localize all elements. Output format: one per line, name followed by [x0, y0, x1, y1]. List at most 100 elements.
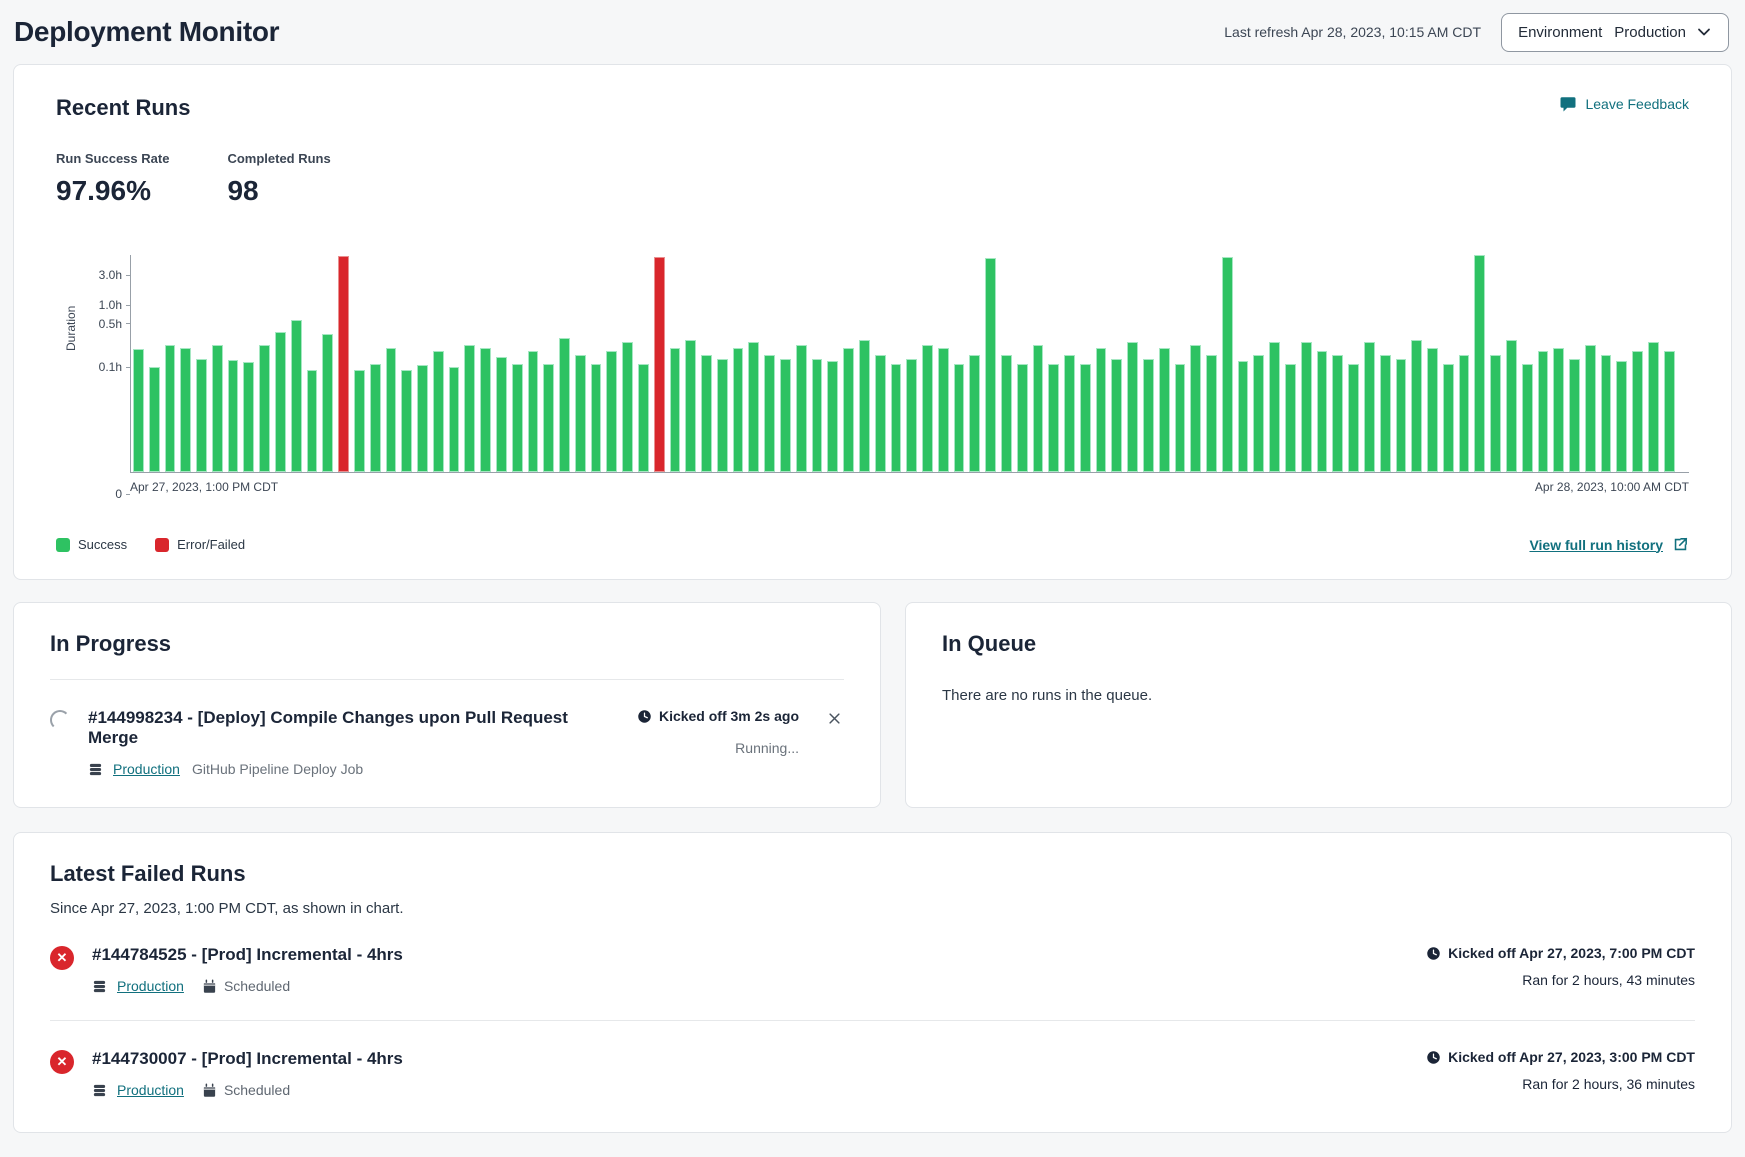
chart-bar-success[interactable]	[133, 349, 144, 472]
chart-bar-success[interactable]	[1001, 355, 1012, 472]
close-icon[interactable]	[825, 709, 844, 731]
chart-bar-success[interactable]	[922, 345, 933, 472]
chart-bar-success[interactable]	[764, 355, 775, 472]
chart-bar-success[interactable]	[386, 348, 397, 472]
chart-bar-success[interactable]	[606, 351, 617, 472]
chart-bar-success[interactable]	[954, 364, 965, 472]
chart-bar-failed[interactable]	[654, 257, 665, 472]
chart-bar-success[interactable]	[717, 359, 728, 472]
chart-bar-success[interactable]	[1206, 355, 1217, 472]
chart-bar-success[interactable]	[1538, 351, 1549, 472]
chart-bar-success[interactable]	[670, 348, 681, 472]
chart-bar-success[interactable]	[1096, 348, 1107, 472]
chart-bar-success[interactable]	[243, 362, 254, 472]
chart-bar-success[interactable]	[543, 364, 554, 472]
chart-bar-success[interactable]	[1522, 364, 1533, 472]
chart-bar-success[interactable]	[1474, 255, 1485, 472]
chart-bar-success[interactable]	[622, 342, 633, 472]
chart-bar-success[interactable]	[1238, 361, 1249, 472]
chart-bar-success[interactable]	[1601, 355, 1612, 472]
chart-bar-failed[interactable]	[338, 256, 349, 472]
chart-bar-success[interactable]	[449, 367, 460, 472]
chart-bar-success[interactable]	[891, 364, 902, 472]
chart-bar-success[interactable]	[1317, 351, 1328, 472]
chart-bar-success[interactable]	[1253, 355, 1264, 472]
environment-select[interactable]: Environment Production	[1501, 13, 1729, 52]
chart-bar-success[interactable]	[1033, 345, 1044, 472]
view-full-run-history-link[interactable]: View full run history	[1529, 536, 1689, 553]
chart-bar-success[interactable]	[354, 370, 365, 472]
chart-bar-success[interactable]	[1159, 348, 1170, 472]
chart-bar-success[interactable]	[733, 348, 744, 472]
chart-bar-success[interactable]	[1111, 359, 1122, 472]
chart-bar-success[interactable]	[827, 361, 838, 472]
chart-bar-success[interactable]	[859, 340, 870, 472]
chart-bar-success[interactable]	[512, 364, 523, 472]
chart-bar-success[interactable]	[165, 345, 176, 472]
chart-bar-success[interactable]	[417, 365, 428, 472]
chart-bar-success[interactable]	[969, 355, 980, 472]
chart-bar-success[interactable]	[748, 342, 759, 472]
chart-bar-success[interactable]	[464, 345, 475, 472]
chart-bar-success[interactable]	[149, 367, 160, 472]
chart-bar-success[interactable]	[1380, 355, 1391, 472]
chart-bar-success[interactable]	[1648, 342, 1659, 472]
chart-bar-success[interactable]	[275, 332, 286, 472]
environment-link[interactable]: Production	[113, 761, 180, 777]
chart-bar-success[interactable]	[685, 340, 696, 472]
chart-bar-success[interactable]	[1080, 364, 1091, 472]
chart-bar-success[interactable]	[1332, 355, 1343, 472]
chart-bar-success[interactable]	[843, 348, 854, 472]
chart-bar-success[interactable]	[259, 345, 270, 472]
chart-bar-success[interactable]	[1301, 342, 1312, 472]
chart-bar-success[interactable]	[938, 348, 949, 472]
chart-bar-success[interactable]	[1175, 364, 1186, 472]
chart-bar-success[interactable]	[1553, 348, 1564, 472]
chart-bar-success[interactable]	[496, 357, 507, 472]
chart-bar-success[interactable]	[1190, 345, 1201, 472]
chart-bar-success[interactable]	[1364, 342, 1375, 472]
chart-bar-success[interactable]	[433, 351, 444, 472]
environment-link[interactable]: Production	[117, 978, 184, 994]
chart-bar-success[interactable]	[480, 348, 491, 472]
chart-bar-success[interactable]	[196, 359, 207, 472]
chart-bar-success[interactable]	[1459, 355, 1470, 472]
chart-bar-success[interactable]	[291, 320, 302, 472]
chart-bar-success[interactable]	[1396, 359, 1407, 472]
chart-bar-success[interactable]	[1490, 355, 1501, 472]
chart-bar-success[interactable]	[1064, 355, 1075, 472]
chart-bar-success[interactable]	[1443, 364, 1454, 472]
chart-bar-success[interactable]	[1411, 340, 1422, 472]
chart-bar-success[interactable]	[796, 345, 807, 472]
chart-bar-success[interactable]	[591, 364, 602, 472]
chart-bar-success[interactable]	[906, 359, 917, 472]
chart-bar-success[interactable]	[1017, 364, 1028, 472]
chart-bar-success[interactable]	[1569, 359, 1580, 472]
chart-bar-success[interactable]	[212, 345, 223, 472]
chart-bar-success[interactable]	[1048, 364, 1059, 472]
chart-bar-success[interactable]	[228, 360, 239, 472]
chart-bar-success[interactable]	[370, 364, 381, 472]
chart-bar-success[interactable]	[875, 355, 886, 472]
chart-bar-success[interactable]	[780, 359, 791, 472]
chart-bar-success[interactable]	[575, 355, 586, 472]
chart-bar-success[interactable]	[812, 359, 823, 472]
chart-bar-success[interactable]	[1348, 364, 1359, 472]
chart-bar-success[interactable]	[1506, 340, 1517, 472]
chart-bar-success[interactable]	[1427, 348, 1438, 472]
chart-bar-success[interactable]	[307, 370, 318, 472]
chart-bar-success[interactable]	[1222, 257, 1233, 472]
chart-bar-success[interactable]	[1616, 361, 1627, 472]
chart-bar-success[interactable]	[701, 355, 712, 472]
chart-bar-success[interactable]	[1285, 364, 1296, 472]
chart-bar-success[interactable]	[1585, 345, 1596, 472]
chart-bar-success[interactable]	[322, 334, 333, 472]
chart-bar-success[interactable]	[1632, 351, 1643, 472]
chart-bar-success[interactable]	[528, 351, 539, 472]
chart-bar-success[interactable]	[1127, 342, 1138, 472]
chart-bar-success[interactable]	[638, 364, 649, 472]
environment-link[interactable]: Production	[117, 1082, 184, 1098]
chart-bar-success[interactable]	[180, 348, 191, 472]
chart-bar-success[interactable]	[1269, 342, 1280, 472]
chart-bar-success[interactable]	[401, 370, 412, 472]
